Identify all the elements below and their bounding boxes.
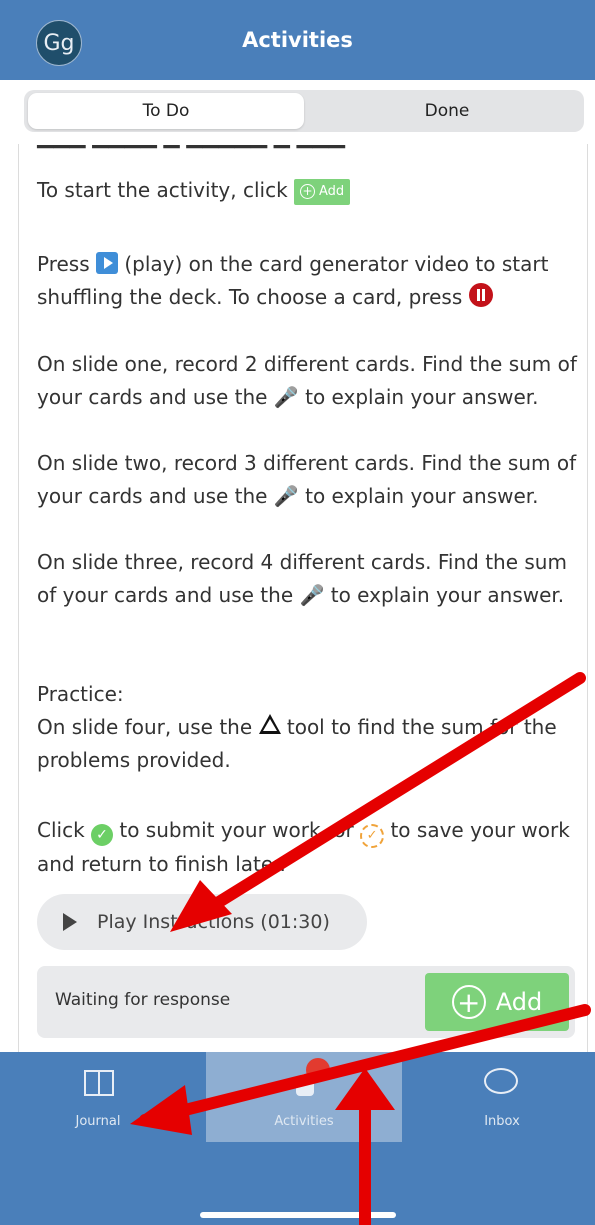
play-instructions-button[interactable]: Play Instructions (01:30)	[37, 894, 367, 950]
header-bar: Gg Activities	[0, 0, 595, 80]
practice-title: Practice:	[37, 682, 124, 706]
segmented-control: To Do Done	[24, 90, 584, 132]
response-box: Waiting for response + Add	[37, 966, 575, 1038]
slide-one-instruction: On slide one, record 2 different cards. …	[37, 348, 577, 414]
check-icon: ✓	[91, 824, 114, 846]
activity-card: ▁▁▁ ▁▁▁▁ ▁ ▁▁▁▁▁ ▁ ▁▁▁ To start the acti…	[18, 144, 588, 1084]
microphone-icon: 🎤	[299, 583, 325, 607]
practice-instruction: Practice: On slide four, use the tool to…	[37, 678, 577, 777]
response-status: Waiting for response	[55, 990, 231, 1010]
plus-circle-icon: +	[451, 985, 486, 1019]
tab-todo[interactable]: To Do	[28, 93, 304, 129]
pause-icon	[468, 283, 493, 307]
shape-tool-icon	[258, 714, 281, 734]
tab-done[interactable]: Done	[314, 93, 580, 129]
bottom-nav: Journal Activities Inbox	[0, 1052, 595, 1225]
draft-check-icon: ✓	[360, 824, 385, 848]
add-button[interactable]: + Add	[425, 973, 569, 1031]
microphone-icon: 🎤	[273, 484, 299, 508]
nav-journal[interactable]: Journal	[0, 1052, 196, 1142]
play-icon	[63, 913, 77, 931]
start-instruction: To start the activity, click + Add	[37, 174, 577, 207]
press-instruction: Press (play) on the card generator video…	[37, 252, 549, 309]
cutoff-heading: ▁▁▁ ▁▁▁▁ ▁ ▁▁▁▁▁ ▁ ▁▁▁	[37, 144, 345, 148]
plus-icon: +	[300, 184, 316, 199]
inline-add-button: + Add	[294, 178, 351, 205]
slide-three-instruction: On slide three, record 4 different cards…	[37, 546, 577, 612]
submit-instruction: Click ✓ to submit your work, or ✓ to sav…	[37, 818, 570, 876]
page-title: Activities	[242, 28, 353, 52]
slide-two-instruction: On slide two, record 3 different cards. …	[37, 447, 577, 513]
chat-bubble-icon	[484, 1068, 518, 1094]
book-icon	[84, 1070, 114, 1096]
home-indicator	[200, 1212, 396, 1218]
play-icon	[96, 252, 118, 274]
microphone-icon: 🎤	[273, 385, 299, 409]
nav-inbox[interactable]: Inbox	[404, 1052, 595, 1142]
notification-badge	[306, 1058, 330, 1082]
nav-activities[interactable]: Activities	[206, 1052, 402, 1142]
